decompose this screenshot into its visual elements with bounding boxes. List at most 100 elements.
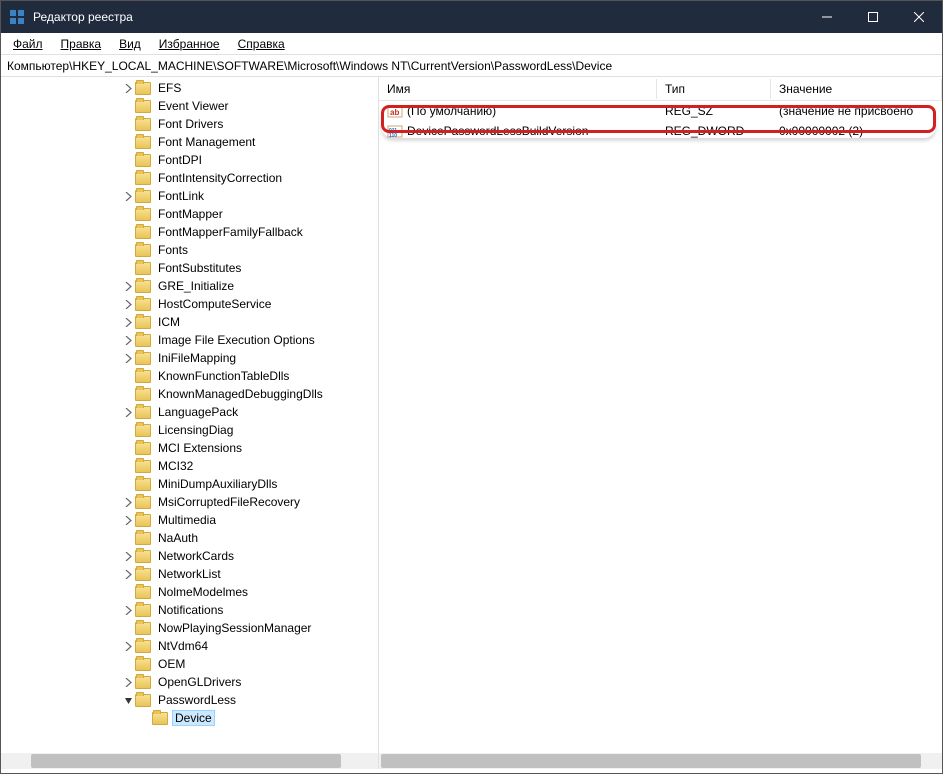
chevron-right-icon[interactable] [121, 354, 135, 363]
chevron-right-icon[interactable] [121, 516, 135, 525]
tree-item[interactable]: NetworkList [1, 565, 378, 583]
tree-panel: EFSEvent ViewerFont Drivers Font Manageme… [1, 77, 379, 769]
menu-help[interactable]: Справка [230, 35, 293, 53]
menu-view[interactable]: Вид [111, 35, 149, 53]
tree-item-label: FontSubstitutes [155, 260, 244, 276]
tree-item[interactable]: NetworkCards [1, 547, 378, 565]
values-hscrollbar[interactable] [379, 753, 942, 769]
tree-item-label: LicensingDiag [155, 422, 236, 438]
tree-item[interactable]: Fonts [1, 241, 378, 259]
close-button[interactable] [896, 1, 942, 33]
chevron-right-icon[interactable] [121, 498, 135, 507]
tree-item[interactable]: OEM [1, 655, 378, 673]
tree-item[interactable]: KnownFunctionTableDlls [1, 367, 378, 385]
tree-item-label: OEM [155, 656, 188, 672]
chevron-down-icon[interactable] [121, 696, 135, 705]
tree-item[interactable]: FontSubstitutes [1, 259, 378, 277]
tree-item[interactable]: FontMapperFamilyFallback [1, 223, 378, 241]
tree-item[interactable]: MCI Extensions [1, 439, 378, 457]
folder-icon [135, 208, 151, 221]
scrollbar-thumb[interactable] [31, 754, 341, 768]
folder-icon [135, 496, 151, 509]
folder-icon [135, 406, 151, 419]
tree-item[interactable]: EFS [1, 79, 378, 97]
tree-item[interactable]: PasswordLess [1, 691, 378, 709]
tree-hscrollbar[interactable] [1, 753, 378, 769]
tree-item[interactable]: MCI32 [1, 457, 378, 475]
tree-item-label: Notifications [155, 602, 226, 618]
values-panel: Имя Тип Значение ab(По умолчанию)REG_SZ(… [379, 77, 942, 769]
tree-item[interactable]: MsiCorruptedFileRecovery [1, 493, 378, 511]
chevron-right-icon[interactable] [121, 336, 135, 345]
tree-item[interactable]: Event Viewer [1, 97, 378, 115]
registry-tree[interactable]: EFSEvent ViewerFont Drivers Font Manageme… [1, 77, 378, 753]
folder-icon [135, 226, 151, 239]
column-type[interactable]: Тип [657, 79, 771, 99]
chevron-right-icon[interactable] [121, 318, 135, 327]
tree-item[interactable]: LanguagePack [1, 403, 378, 421]
tree-item[interactable]: Font Drivers [1, 115, 378, 133]
tree-item[interactable]: FontLink [1, 187, 378, 205]
tree-item[interactable]: GRE_Initialize [1, 277, 378, 295]
tree-item[interactable]: OpenGLDrivers [1, 673, 378, 691]
scrollbar-thumb[interactable] [381, 754, 921, 768]
chevron-right-icon[interactable] [121, 642, 135, 651]
chevron-right-icon[interactable] [121, 282, 135, 291]
tree-item[interactable]: NolmeModelmes [1, 583, 378, 601]
tree-item[interactable]: FontDPI [1, 151, 378, 169]
folder-icon [135, 604, 151, 617]
tree-item[interactable]: NowPlayingSessionManager [1, 619, 378, 637]
tree-item-label: ICM [155, 314, 183, 330]
tree-item[interactable]: NtVdm64 [1, 637, 378, 655]
menu-favorites[interactable]: Избранное [151, 35, 228, 53]
menu-file[interactable]: Файл [5, 35, 51, 53]
chevron-right-icon[interactable] [121, 606, 135, 615]
menu-edit[interactable]: Правка [53, 35, 110, 53]
tree-item[interactable]: Device [1, 709, 378, 727]
folder-icon [135, 550, 151, 563]
column-value[interactable]: Значение [771, 79, 942, 99]
tree-item[interactable]: FontMapper [1, 205, 378, 223]
chevron-right-icon[interactable] [121, 678, 135, 687]
value-row[interactable]: 011110DevicePasswordLessBuildVersionREG_… [379, 121, 942, 141]
folder-icon [135, 442, 151, 455]
folder-icon [135, 190, 151, 203]
tree-item[interactable]: IniFileMapping [1, 349, 378, 367]
folder-icon [135, 658, 151, 671]
tree-item[interactable]: Multimedia [1, 511, 378, 529]
chevron-right-icon[interactable] [121, 192, 135, 201]
address-bar[interactable]: Компьютер\HKEY_LOCAL_MACHINE\SOFTWARE\Mi… [1, 55, 942, 77]
tree-item[interactable]: Image File Execution Options [1, 331, 378, 349]
column-name[interactable]: Имя [379, 79, 657, 99]
chevron-right-icon[interactable] [121, 552, 135, 561]
minimize-button[interactable] [804, 1, 850, 33]
folder-icon [135, 352, 151, 365]
tree-item[interactable]: MiniDumpAuxiliaryDlls [1, 475, 378, 493]
maximize-button[interactable] [850, 1, 896, 33]
tree-item[interactable]: HostComputeService [1, 295, 378, 313]
tree-item-label: Font Drivers [155, 116, 226, 132]
tree-item[interactable]: KnownManagedDebuggingDlls [1, 385, 378, 403]
value-row[interactable]: ab(По умолчанию)REG_SZ(значение не присв… [379, 101, 942, 121]
tree-item[interactable]: ICM [1, 313, 378, 331]
tree-item-label: Font Management [155, 134, 258, 150]
chevron-right-icon[interactable] [121, 84, 135, 93]
tree-item[interactable]: FontIntensityCorrection [1, 169, 378, 187]
folder-icon [135, 280, 151, 293]
svg-text:110: 110 [389, 133, 397, 139]
tree-item[interactable]: Notifications [1, 601, 378, 619]
chevron-right-icon[interactable] [121, 408, 135, 417]
folder-icon [135, 676, 151, 689]
folder-icon [135, 136, 151, 149]
chevron-right-icon[interactable] [121, 300, 135, 309]
tree-item-label: NtVdm64 [155, 638, 211, 654]
reg-string-icon: ab [387, 103, 403, 119]
window-controls [804, 1, 942, 33]
tree-item[interactable]: LicensingDiag [1, 421, 378, 439]
chevron-right-icon[interactable] [121, 570, 135, 579]
tree-item-label: KnownFunctionTableDlls [155, 368, 292, 384]
tree-item[interactable]: Font Management [1, 133, 378, 151]
tree-item-label: MCI Extensions [155, 440, 245, 456]
values-list[interactable]: ab(По умолчанию)REG_SZ(значение не присв… [379, 101, 942, 141]
tree-item[interactable]: NaAuth [1, 529, 378, 547]
